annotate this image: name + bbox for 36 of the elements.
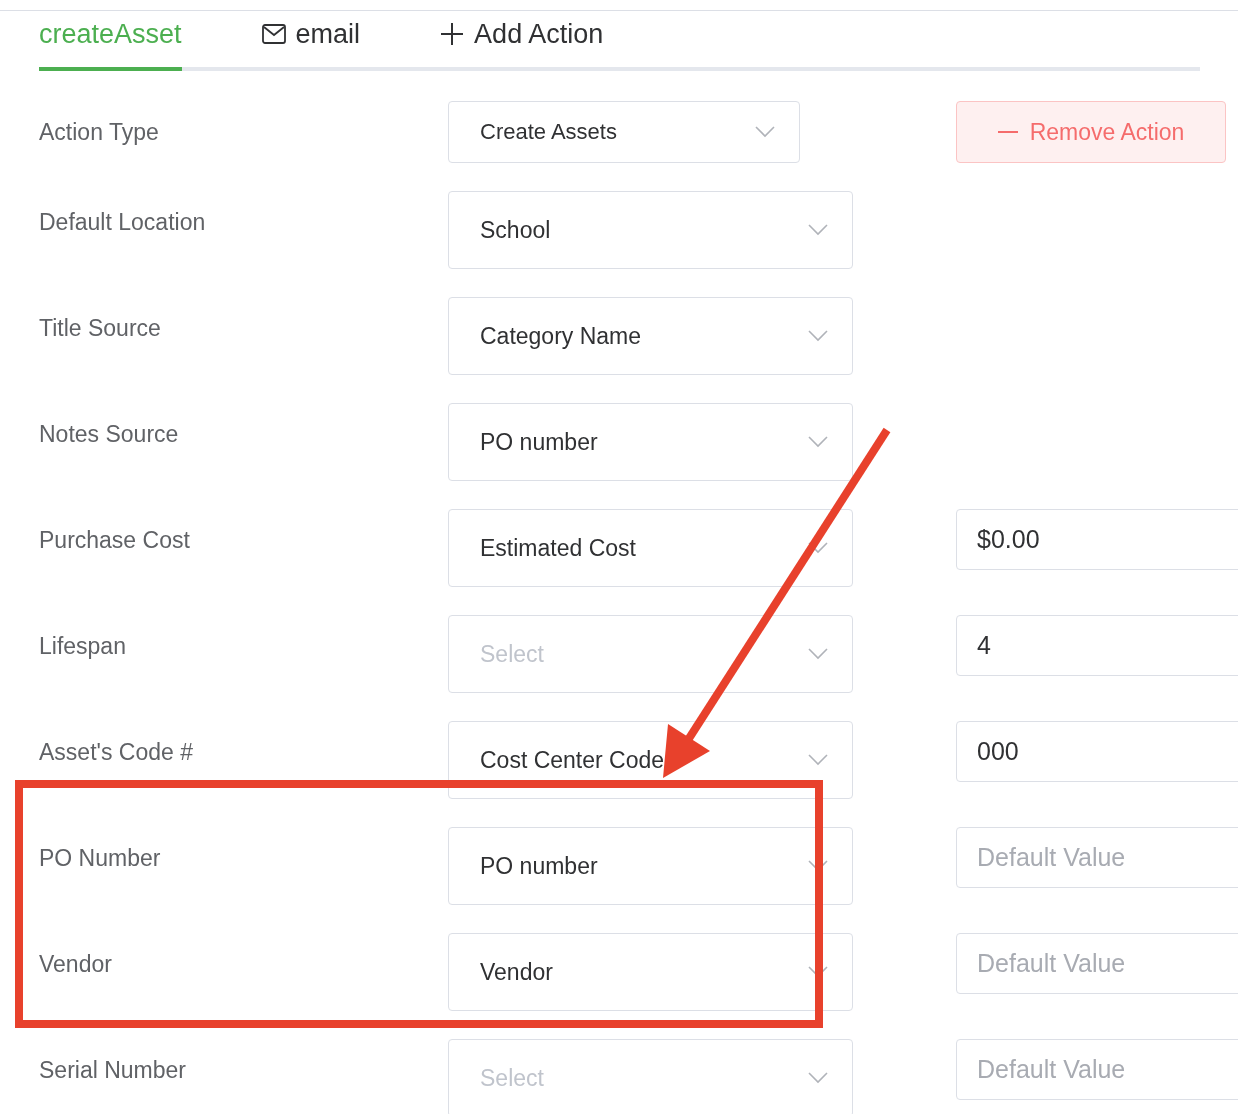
default-value-field[interactable]: Default Value (956, 1039, 1238, 1100)
field-label: PO Number (39, 844, 162, 871)
chevron-down-icon (808, 330, 828, 342)
field-label: Notes Source (39, 420, 180, 447)
field-label: Action Type (39, 118, 160, 145)
chevron-down-icon (808, 1072, 828, 1084)
mail-icon (261, 24, 286, 44)
field-label: Vendor (39, 950, 113, 977)
default-value-field[interactable]: 4 (956, 615, 1238, 676)
default-value-field[interactable]: Default Value (956, 827, 1238, 888)
select-dropdown[interactable]: PO number (448, 403, 853, 481)
chevron-down-icon (808, 542, 828, 554)
field-label: Asset's Code # (39, 738, 194, 765)
chevron-down-icon (808, 754, 828, 766)
plus-icon (440, 22, 465, 46)
field-label: Lifespan (39, 632, 127, 659)
field-label: Title Source (39, 314, 162, 341)
chevron-down-icon (808, 648, 828, 660)
select-dropdown[interactable]: School (448, 191, 853, 269)
select-dropdown[interactable]: Estimated Cost (448, 509, 853, 587)
chevron-down-icon (808, 224, 828, 236)
tab[interactable]: email (261, 11, 361, 71)
chevron-down-icon (755, 126, 775, 138)
field-label: Purchase Cost (39, 526, 191, 553)
select-dropdown[interactable]: Category Name (448, 297, 853, 375)
minus-icon (997, 130, 1018, 134)
default-value-field[interactable]: $0.00 (956, 509, 1238, 570)
select-dropdown[interactable]: Create Assets (448, 101, 800, 163)
field-label: Serial Number (39, 1056, 187, 1083)
select-dropdown[interactable]: Vendor (448, 933, 853, 1011)
field-label: Default Location (39, 208, 207, 235)
default-value-field[interactable]: 000 (956, 721, 1238, 782)
add-action-tab[interactable]: Add Action (440, 11, 604, 71)
chevron-down-icon (808, 436, 828, 448)
default-value-field[interactable]: Default Value (956, 933, 1238, 994)
select-dropdown[interactable]: PO number (448, 827, 853, 905)
